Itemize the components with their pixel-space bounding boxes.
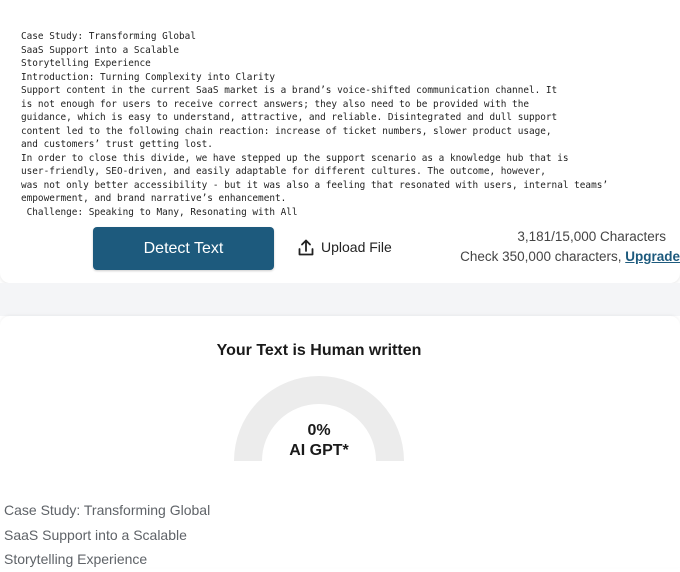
upgrade-notice-text: Check 350,000 characters, (460, 249, 626, 264)
upgrade-notice: Check 350,000 characters, Upgrade (460, 249, 680, 264)
text-input[interactable]: Case Study: Transforming Global SaaS Sup… (21, 30, 676, 219)
upload-icon (298, 239, 314, 256)
preview-line: Case Study: Transforming Global (4, 502, 211, 518)
ai-percentage: 0% (307, 422, 331, 439)
character-count: 3,181/15,000 Characters (517, 229, 666, 244)
result-title: Your Text is Human written (216, 342, 422, 359)
section-divider (0, 283, 680, 316)
text-preview: Case Study: Transforming Global SaaS Sup… (4, 498, 210, 572)
ai-model-label: AI GPT* (289, 442, 349, 459)
detect-text-label: Detect Text (143, 239, 224, 257)
detect-text-button[interactable]: Detect Text (93, 227, 274, 270)
upload-file-label: Upload File (321, 239, 392, 255)
upgrade-link[interactable]: Upgrade (625, 249, 680, 264)
upload-file-button[interactable]: Upload File (298, 236, 392, 258)
preview-line: SaaS Support into a Scalable (4, 526, 187, 543)
preview-line: Storytelling Experience (4, 551, 148, 567)
